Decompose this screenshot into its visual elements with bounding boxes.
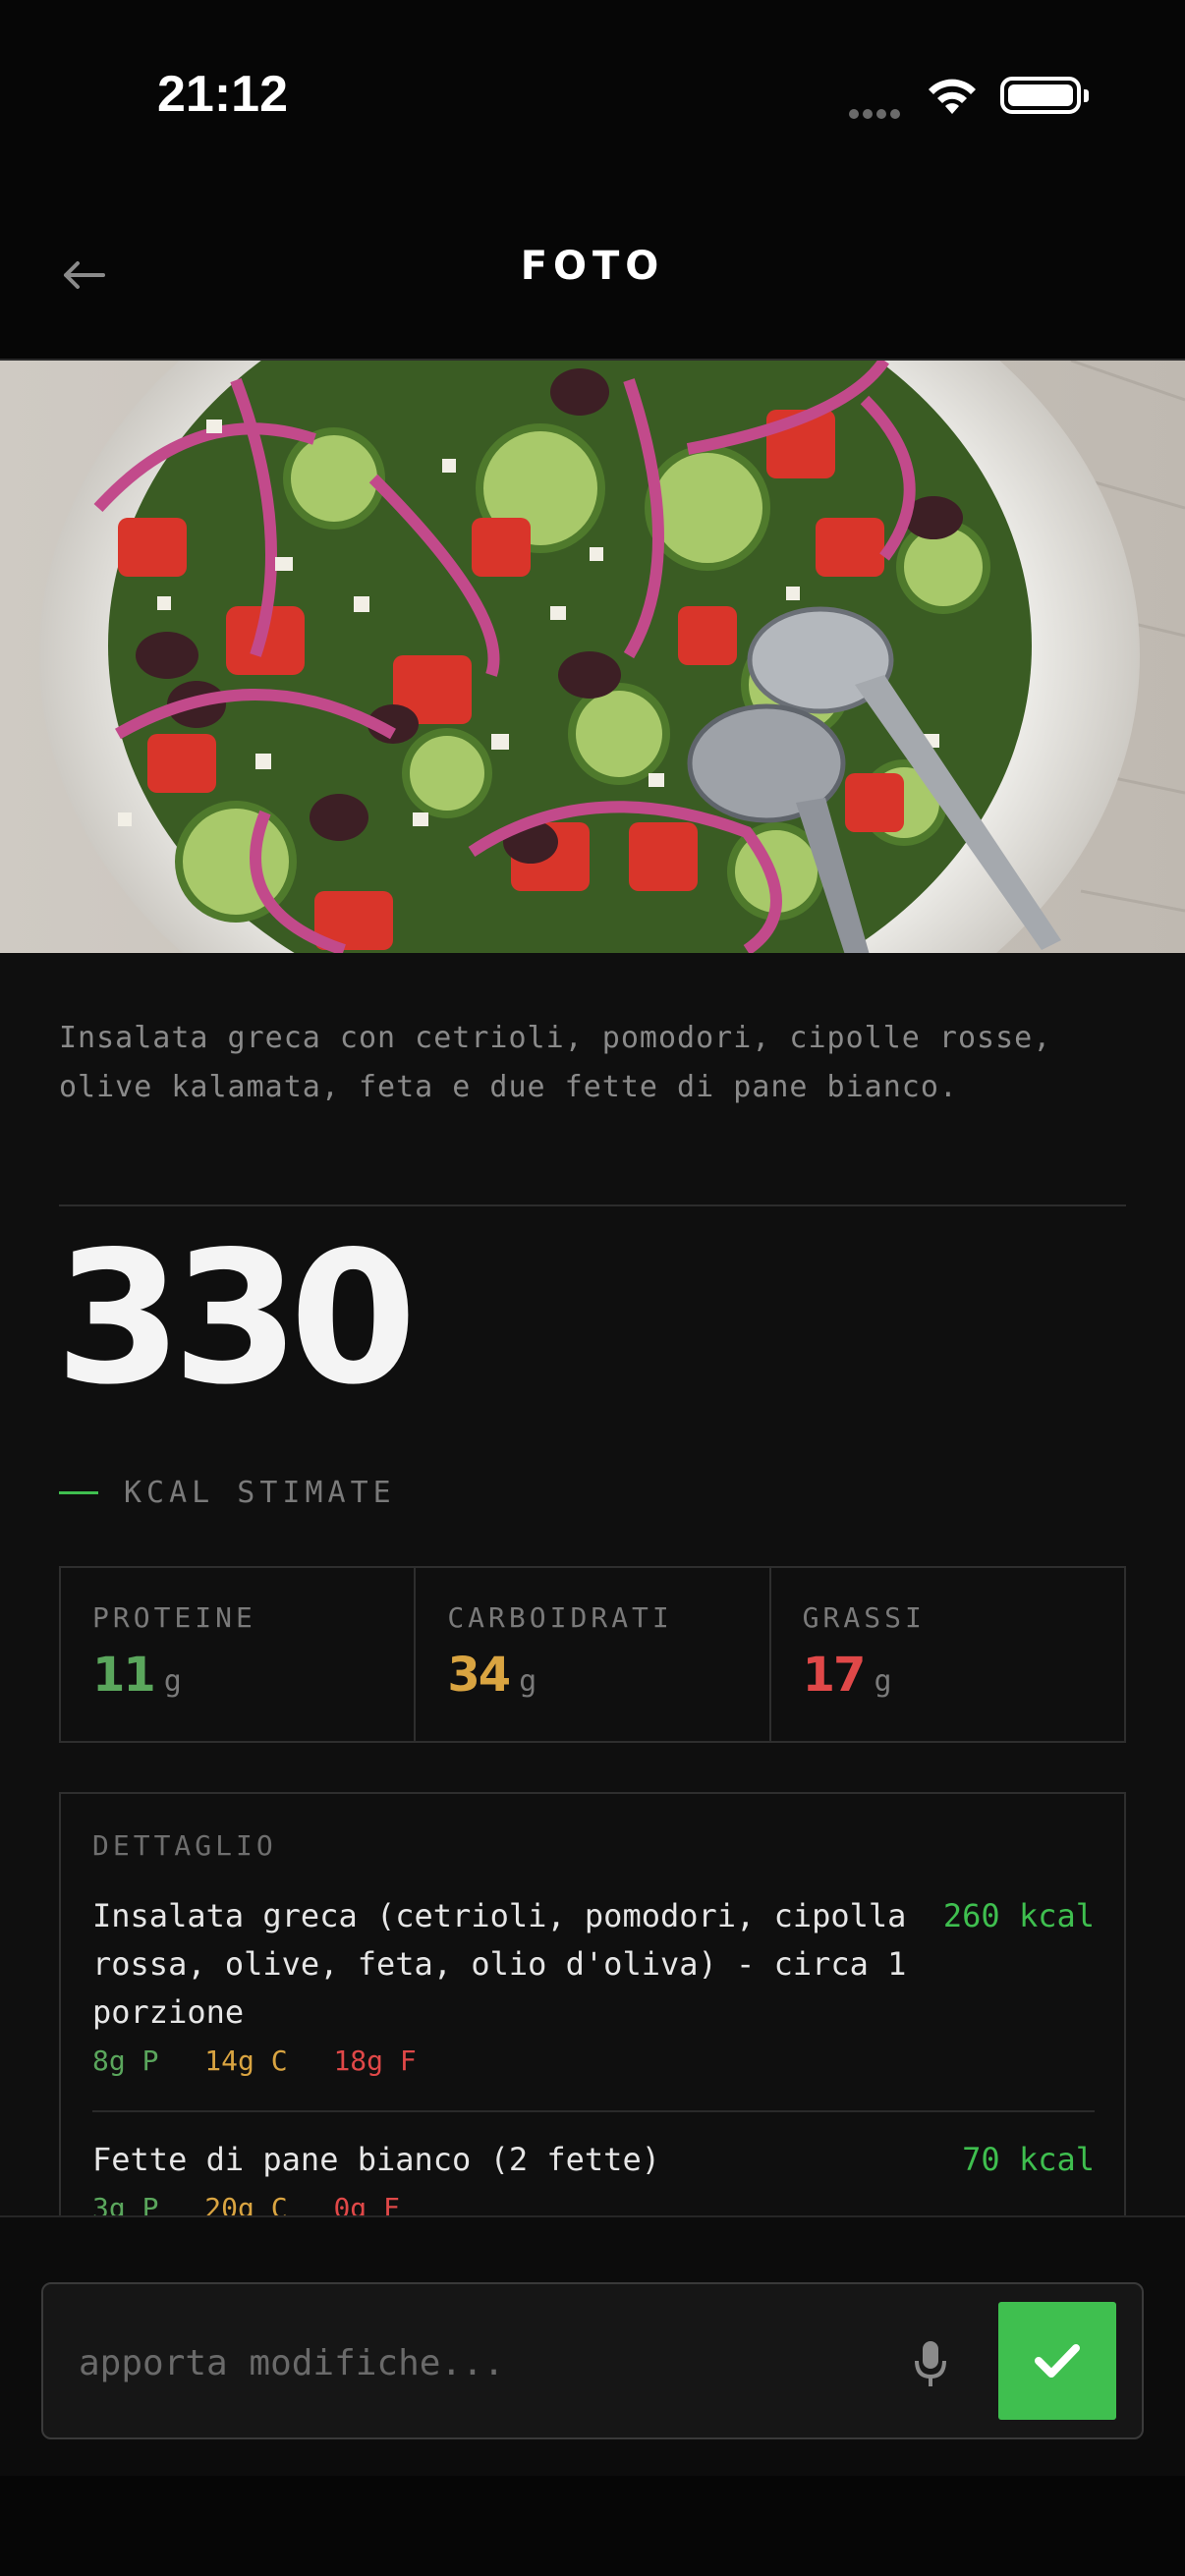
detail-protein: 3g P [92, 2192, 159, 2215]
detail-fat: 0g F [333, 2192, 400, 2215]
input-box [41, 2282, 1144, 2439]
page-title: FOTO [520, 244, 665, 289]
detail-item[interactable]: Fette di pane bianco (2 fette) 70 kcal 3… [92, 2136, 1095, 2215]
detail-item-macros: 3g P 20g C 0g F [92, 2192, 1095, 2215]
macro-unit: g [874, 1664, 892, 1699]
detail-item-kcal: 70 kcal [962, 2141, 1095, 2178]
macro-unit: g [163, 1664, 182, 1699]
detail-item[interactable]: Insalata greca (cetrioli, pomodori, cipo… [92, 1892, 1095, 2077]
divider [59, 1204, 1126, 1206]
input-bar [0, 2215, 1185, 2476]
detail-card: DETTAGLIO Insalata greca (cetrioli, pomo… [59, 1792, 1126, 2215]
edit-input[interactable] [79, 2324, 865, 2402]
battery-icon [1000, 77, 1089, 114]
detail-item-name: Insalata greca (cetrioli, pomodori, cipo… [92, 1897, 907, 2031]
status-time: 21:12 [157, 66, 288, 123]
detail-fat: 18g F [333, 2044, 417, 2077]
accent-dash [59, 1491, 98, 1494]
macro-value: 17 [802, 1648, 867, 1703]
macro-carbs: CARBOIDRATI 34 g [416, 1568, 771, 1741]
macro-unit: g [519, 1664, 537, 1699]
macro-label: GRASSI [802, 1601, 926, 1634]
home-indicator-area [0, 2476, 1185, 2576]
macro-value: 34 [447, 1648, 511, 1703]
submit-button[interactable] [998, 2302, 1116, 2420]
detail-heading: DETTAGLIO [92, 1829, 277, 1862]
meal-content: Insalata greca con cetrioli, pomodori, c… [0, 953, 1185, 2215]
macro-label: PROTEINE [92, 1601, 256, 1634]
macro-value: 11 [92, 1648, 156, 1703]
meal-description: Insalata greca con cetrioli, pomodori, c… [59, 1021, 1052, 1104]
status-bar: 21:12 [0, 0, 1185, 196]
detail-item-kcal: 260 kcal [942, 1897, 1095, 1934]
detail-carbs: 20g C [204, 2192, 288, 2215]
detail-protein: 8g P [92, 2044, 159, 2077]
microphone-icon [915, 2341, 946, 2386]
macro-label: CARBOIDRATI [447, 1601, 673, 1634]
wifi-icon [929, 79, 976, 114]
divider [92, 2110, 1095, 2112]
kcal-label-row: KCAL STIMATE [59, 1476, 396, 1510]
food-photo [0, 359, 1185, 953]
detail-carbs: 14g C [204, 2044, 288, 2077]
detail-item-name: Fette di pane bianco (2 fette) [92, 2141, 660, 2178]
signal-icon [849, 104, 908, 119]
nav-header: FOTO [0, 196, 1185, 359]
detail-item-macros: 8g P 14g C 18g F [92, 2044, 1095, 2077]
mic-button[interactable] [898, 2331, 963, 2396]
kcal-label: KCAL STIMATE [124, 1476, 396, 1510]
checkmark-icon [1035, 2344, 1080, 2378]
kcal-total: 330 [55, 1211, 417, 1425]
macro-protein: PROTEINE 11 g [61, 1568, 417, 1741]
macro-fat: GRASSI 17 g [771, 1568, 1124, 1741]
macros-grid: PROTEINE 11 g CARBOIDRATI 34 g GRASSI 17… [59, 1566, 1126, 1743]
